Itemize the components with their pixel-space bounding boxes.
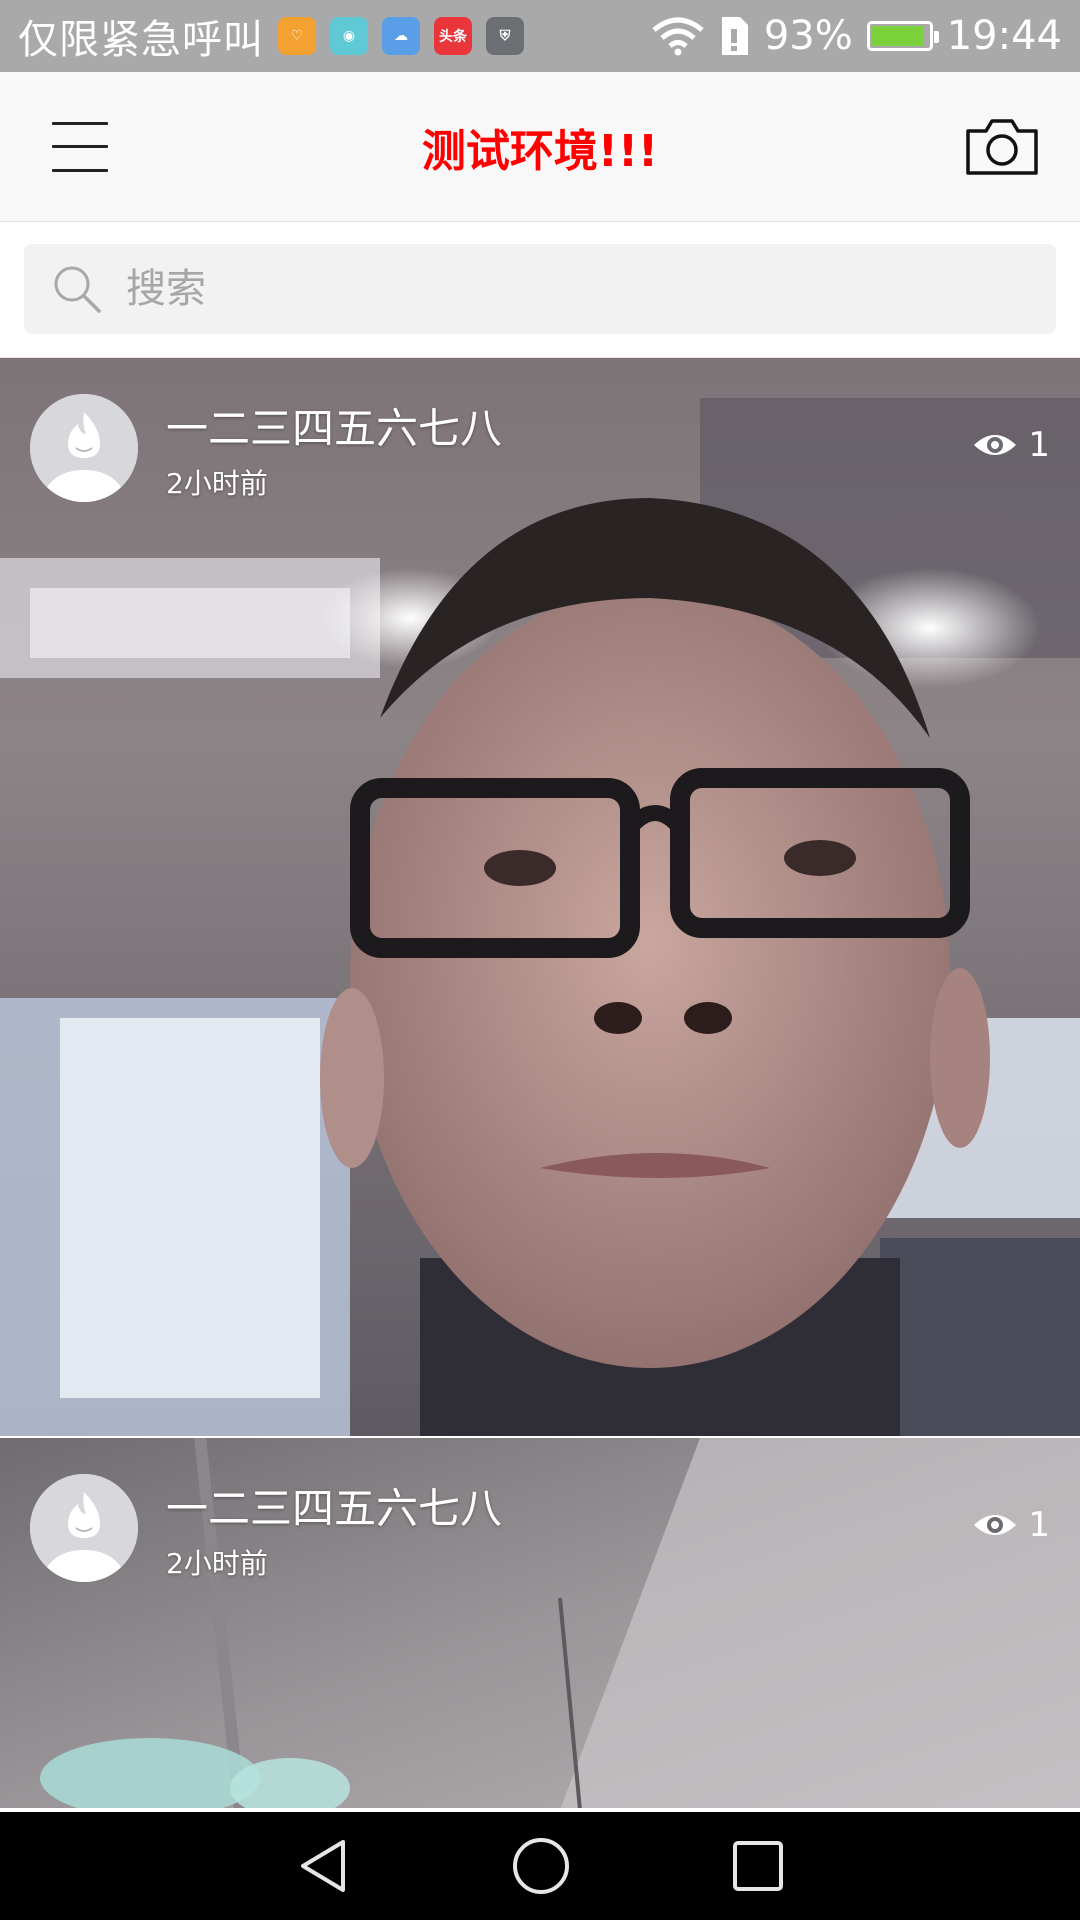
search-input[interactable] — [124, 265, 1004, 313]
eye-icon — [974, 435, 1017, 455]
app-bar: 测试环境!!! — [0, 72, 1080, 222]
feed-list: 一二三四五六七八 2小时前 1 一二三四五六七八 2小时前 1 — [0, 358, 1080, 1810]
recents-icon[interactable] — [731, 1839, 785, 1893]
eye-icon — [974, 1515, 1017, 1535]
menu-icon-line — [52, 121, 108, 125]
home-icon[interactable] — [511, 1836, 571, 1896]
battery-percent: 93% — [763, 13, 853, 59]
post-header: 一二三四五六七八 2小时前 1 — [30, 394, 1050, 502]
notification-icons: ♡ ◉ ☁ 头条 ⛨ — [278, 17, 524, 55]
wifi-icon — [652, 17, 704, 56]
search-bar[interactable] — [24, 244, 1056, 334]
post-photo[interactable] — [0, 358, 1080, 1438]
status-bar: 仅限紧急呼叫 ♡ ◉ ☁ 头条 ⛨ 93% 19:44 — [0, 0, 1080, 72]
toutiao-icon: 头条 — [434, 17, 472, 55]
avatar[interactable] — [30, 394, 138, 502]
page-title: 测试环境!!! — [421, 125, 659, 177]
post-time: 2小时前 — [166, 1546, 268, 1580]
shield-icon: ⛨ — [486, 17, 524, 55]
camera-button[interactable] — [964, 117, 1040, 177]
battery-icon — [866, 21, 939, 51]
post-header: 一二三四五六七八 2小时前 1 — [30, 1474, 1050, 1582]
battery-fill — [871, 26, 924, 46]
menu-button[interactable] — [52, 121, 108, 172]
avatar[interactable] — [30, 1474, 138, 1582]
post-meta: 一二三四五六七八 2小时前 — [166, 395, 972, 502]
post-username[interactable]: 一二三四五六七八 — [166, 395, 972, 456]
search-section — [0, 222, 1080, 358]
view-count-value: 1 — [1028, 1505, 1050, 1545]
clock: 19:44 — [946, 13, 1062, 59]
post-username[interactable]: 一二三四五六七八 — [166, 1475, 972, 1536]
post-time: 2小时前 — [166, 466, 268, 500]
android-icon: ◉ — [330, 17, 368, 55]
post-meta: 一二三四五六七八 2小时前 — [166, 1475, 972, 1582]
post-card[interactable]: 一二三四五六七八 2小时前 1 — [0, 1438, 1080, 1810]
status-left: 仅限紧急呼叫 ♡ ◉ ☁ 头条 ⛨ — [18, 7, 652, 65]
menu-icon-line — [52, 145, 108, 148]
system-nav-bar — [0, 1812, 1080, 1920]
view-count: 1 — [972, 1505, 1050, 1545]
menu-icon-line — [52, 168, 108, 172]
status-right: 93% 19:44 — [652, 13, 1062, 59]
default-avatar-icon — [30, 394, 138, 502]
cloud-icon: ☁ — [382, 17, 420, 55]
search-icon — [54, 266, 101, 313]
view-count-value: 1 — [1028, 425, 1050, 465]
view-count: 1 — [972, 425, 1050, 465]
back-icon[interactable] — [295, 1836, 351, 1896]
health-app-icon: ♡ — [278, 17, 316, 55]
carrier-text: 仅限紧急呼叫 — [18, 17, 264, 63]
post-card[interactable]: 一二三四五六七八 2小时前 1 — [0, 358, 1080, 1438]
default-avatar-icon — [30, 1474, 138, 1582]
sim-card-icon — [721, 17, 748, 55]
